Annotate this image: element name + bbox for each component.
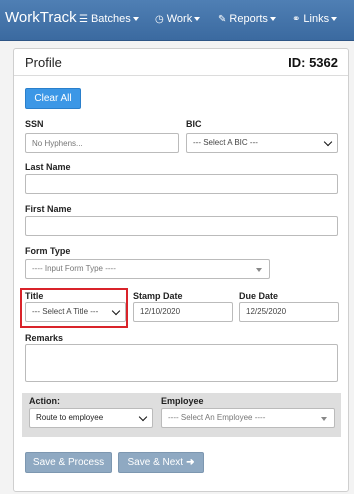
stamp-date-label: Stamp Date bbox=[133, 291, 183, 301]
first-name-label: First Name bbox=[25, 204, 72, 214]
panel-header: Profile ID: 5362 bbox=[14, 49, 348, 76]
employee-value: ---- Select An Employee ---- bbox=[168, 413, 266, 422]
list-icon: ☰ bbox=[79, 14, 88, 25]
clear-all-button[interactable]: Clear All bbox=[25, 88, 81, 109]
dropdown-triangle-icon bbox=[256, 268, 262, 272]
nav-work[interactable]: ◷ Work bbox=[155, 13, 201, 25]
last-name-label: Last Name bbox=[25, 162, 71, 172]
chevron-down-icon bbox=[323, 137, 333, 147]
form-type-value: ---- Input Form Type ---- bbox=[32, 264, 116, 273]
nav-work-label: Work bbox=[166, 13, 193, 25]
chevron-down-icon bbox=[331, 17, 338, 22]
routing-bar: Action: Route to employee Employee ---- … bbox=[22, 393, 341, 437]
stamp-date-input[interactable]: 12/10/2020 bbox=[133, 302, 233, 322]
save-next-button[interactable]: Save & Next ➜ bbox=[118, 452, 204, 473]
due-date-label: Due Date bbox=[239, 291, 279, 301]
remarks-textarea[interactable] bbox=[25, 344, 338, 382]
profile-panel: Profile ID: 5362 Clear All SSN BIC --- S… bbox=[13, 48, 349, 492]
title-select-value: --- Select A Title --- bbox=[32, 307, 99, 316]
chevron-down-icon bbox=[132, 17, 139, 22]
save-process-button[interactable]: Save & Process bbox=[25, 452, 112, 473]
ssn-input[interactable] bbox=[25, 133, 179, 153]
form-type-label: Form Type bbox=[25, 246, 71, 256]
save-next-label: Save & Next bbox=[127, 457, 184, 468]
panel-title: Profile bbox=[25, 55, 62, 70]
nav-batches-label: Batches bbox=[90, 13, 131, 25]
chevron-down-icon bbox=[111, 306, 121, 316]
nav-links[interactable]: ⚭ Links bbox=[292, 13, 338, 25]
bic-label: BIC bbox=[186, 119, 202, 129]
employee-label: Employee bbox=[161, 396, 204, 406]
nav-reports-label: Reports bbox=[229, 13, 268, 25]
action-select-value: Route to employee bbox=[36, 413, 104, 422]
last-name-input[interactable] bbox=[25, 174, 338, 194]
pencil-icon: ✎ bbox=[218, 14, 227, 25]
nav-links-label: Links bbox=[303, 13, 330, 25]
nav-reports[interactable]: ✎ Reports bbox=[218, 13, 276, 25]
title-label: Title bbox=[25, 291, 44, 301]
dropdown-triangle-icon bbox=[321, 417, 327, 421]
remarks-label: Remarks bbox=[25, 333, 64, 343]
ssn-label: SSN bbox=[25, 119, 44, 129]
chevron-down-icon bbox=[194, 17, 201, 22]
form-type-combobox[interactable]: ---- Input Form Type ---- bbox=[25, 259, 270, 279]
action-select[interactable]: Route to employee bbox=[29, 408, 153, 428]
record-id: ID: 5362 bbox=[288, 55, 338, 70]
app-brand[interactable]: WorkTrack bbox=[5, 9, 77, 26]
link-icon: ⚭ bbox=[292, 14, 301, 25]
chevron-down-icon bbox=[138, 412, 148, 422]
title-select[interactable]: --- Select A Title --- bbox=[25, 302, 126, 322]
action-label: Action: bbox=[29, 396, 60, 406]
chevron-down-icon bbox=[269, 17, 276, 22]
nav-batches[interactable]: ☰ Batches bbox=[79, 13, 139, 25]
first-name-input[interactable] bbox=[25, 216, 338, 236]
bic-select[interactable]: --- Select A BIC --- bbox=[186, 133, 338, 153]
employee-combobox[interactable]: ---- Select An Employee ---- bbox=[161, 408, 335, 428]
top-navbar: WorkTrack ☰ Batches ◷ Work ✎ Reports ⚭ Links bbox=[0, 0, 354, 41]
clock-icon: ◷ bbox=[155, 14, 164, 25]
due-date-input[interactable]: 12/25/2020 bbox=[239, 302, 339, 322]
bic-select-value: --- Select A BIC --- bbox=[193, 138, 258, 147]
arrow-right-icon: ➜ bbox=[186, 457, 195, 468]
